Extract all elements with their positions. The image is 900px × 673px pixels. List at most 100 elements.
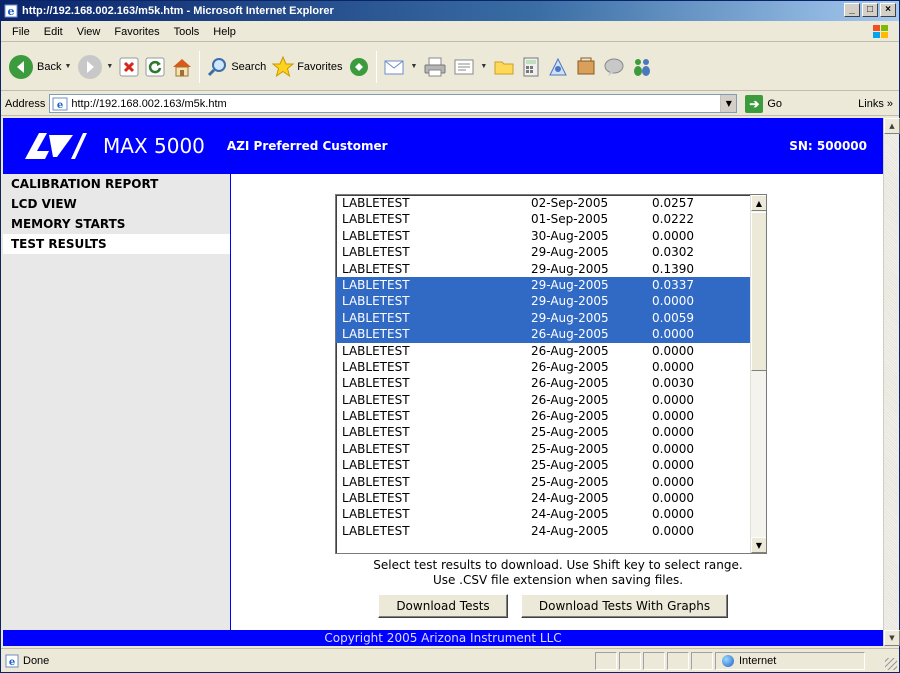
print-button[interactable] <box>420 47 450 87</box>
test-result-row[interactable]: LABLETEST 25-Aug-2005 0.0000 <box>336 424 766 440</box>
scroll-down-icon[interactable]: ▼ <box>751 537 766 553</box>
download-tests-button[interactable]: Download Tests <box>378 594 508 618</box>
test-result-row[interactable]: LABLETEST 02-Sep-2005 0.0257 <box>336 195 766 211</box>
test-result-row[interactable]: LABLETEST 24-Aug-2005 0.0000 <box>336 490 766 506</box>
menu-edit[interactable]: Edit <box>37 26 70 38</box>
menu-help[interactable]: Help <box>206 26 243 38</box>
test-result-row[interactable]: LABLETEST 26-Aug-2005 0.0000 <box>336 359 766 375</box>
resize-grip-icon[interactable] <box>885 658 897 670</box>
research-button[interactable] <box>544 47 572 87</box>
stop-button[interactable] <box>116 47 142 87</box>
test-result-row[interactable]: LABLETEST 26-Aug-2005 0.0000 <box>336 326 766 343</box>
minimize-button[interactable]: _ <box>844 3 860 17</box>
calculator-icon <box>523 57 539 76</box>
status-text: Done <box>23 654 50 667</box>
test-result-row[interactable]: LABLETEST 25-Aug-2005 0.0000 <box>336 474 766 490</box>
list-scrollbar[interactable]: ▲ ▼ <box>750 195 766 553</box>
forward-button[interactable]: ▼ <box>74 47 116 87</box>
home-button[interactable] <box>168 47 196 87</box>
download-tests-with-graphs-button[interactable]: Download Tests With Graphs <box>521 594 728 618</box>
test-value: 0.0000 <box>652 392 694 407</box>
test-result-row[interactable]: LABLETEST 24-Aug-2005 0.0000 <box>336 523 766 539</box>
address-dropdown-icon[interactable]: ▼ <box>720 95 737 112</box>
favorites-button[interactable]: Favorites <box>269 47 345 87</box>
test-date: 26-Aug-2005 <box>531 327 609 342</box>
test-result-row[interactable]: LABLETEST 30-Aug-2005 0.0000 <box>336 228 766 244</box>
test-result-row[interactable]: LABLETEST 26-Aug-2005 0.0000 <box>336 343 766 359</box>
nav-test-results[interactable]: TEST RESULTS <box>3 234 230 254</box>
refresh-button[interactable] <box>142 47 168 87</box>
title-bar[interactable]: e http://192.168.002.163/m5k.htm - Micro… <box>1 1 899 21</box>
test-result-row[interactable]: LABLETEST 29-Aug-2005 0.0337 <box>336 276 766 294</box>
scroll-thumb[interactable] <box>751 212 766 371</box>
test-date: 26-Aug-2005 <box>531 343 609 358</box>
messenger-chat-button[interactable] <box>600 47 628 87</box>
test-result-row[interactable]: LABLETEST 26-Aug-2005 0.0000 <box>336 392 766 408</box>
test-name: LABLETEST <box>342 441 410 456</box>
page-icon: e <box>52 97 68 111</box>
nav-calibration-report[interactable]: CALIBRATION REPORT <box>3 174 230 194</box>
svg-text:e: e <box>57 100 63 111</box>
test-date: 25-Aug-2005 <box>531 458 609 473</box>
test-result-row[interactable]: LABLETEST 29-Aug-2005 0.0302 <box>336 244 766 260</box>
test-name: LABLETEST <box>342 228 410 243</box>
refresh-icon <box>145 57 165 76</box>
test-result-row[interactable]: LABLETEST 25-Aug-2005 0.0000 <box>336 441 766 457</box>
close-button[interactable]: × <box>880 3 896 17</box>
calculator-button[interactable] <box>518 47 544 87</box>
status-cell <box>595 651 617 670</box>
test-value: 0.0000 <box>652 409 694 424</box>
test-value: 0.0302 <box>652 245 694 260</box>
address-label: Address <box>5 97 46 110</box>
test-result-row[interactable]: LABLETEST 01-Sep-2005 0.0222 <box>336 211 766 227</box>
test-result-row[interactable]: LABLETEST 29-Aug-2005 0.1390 <box>336 261 766 277</box>
status-cell <box>619 651 641 670</box>
test-value: 0.0337 <box>652 277 694 292</box>
menu-view[interactable]: View <box>70 26 108 38</box>
page-scrollbar[interactable]: ▲ ▼ <box>883 118 900 646</box>
tools-button[interactable] <box>572 47 600 87</box>
test-result-row[interactable]: LABLETEST 26-Aug-2005 0.0000 <box>336 408 766 424</box>
back-button[interactable]: Back ▼ <box>5 47 74 87</box>
edit-dropdown-icon[interactable]: ▼ <box>480 63 487 70</box>
test-value: 0.0000 <box>652 228 694 243</box>
status-cell <box>691 651 713 670</box>
test-result-row[interactable]: LABLETEST 29-Aug-2005 0.0000 <box>336 293 766 310</box>
go-button[interactable]: ➔ Go <box>745 94 782 113</box>
test-name: LABLETEST <box>342 327 410 342</box>
address-input[interactable]: e http://192.168.002.163/m5k.htm ▼ <box>49 94 738 113</box>
messenger-button[interactable] <box>628 47 656 87</box>
back-arrow-icon <box>9 54 33 79</box>
menu-tools[interactable]: Tools <box>167 26 207 38</box>
menu-file[interactable]: File <box>5 26 37 38</box>
links-button[interactable]: Links » <box>858 98 893 110</box>
test-date: 26-Aug-2005 <box>531 409 609 424</box>
nav-lcd-view[interactable]: LCD VIEW <box>3 194 230 214</box>
scroll-up-icon[interactable]: ▲ <box>751 195 766 211</box>
discuss-button[interactable] <box>490 47 518 87</box>
stop-icon <box>119 57 139 76</box>
test-value: 0.0000 <box>652 359 694 374</box>
test-name: LABLETEST <box>342 294 410 309</box>
test-results-list[interactable]: LABLETEST 02-Sep-2005 0.0257 LABLETEST 01-Se… <box>335 194 767 554</box>
mail-dropdown-icon[interactable]: ▼ <box>410 63 417 70</box>
media-button[interactable] <box>345 47 373 87</box>
status-cell <box>643 651 665 670</box>
menu-favorites[interactable]: Favorites <box>107 26 166 38</box>
test-value: 0.0000 <box>652 294 694 309</box>
forward-dropdown-icon[interactable]: ▼ <box>106 63 113 70</box>
search-button[interactable]: Search <box>203 47 269 87</box>
test-result-row[interactable]: LABLETEST 29-Aug-2005 0.0059 <box>336 309 766 327</box>
edit-button[interactable]: ▼ <box>450 47 490 87</box>
research-icon <box>549 57 568 75</box>
site-header: MAX 5000 AZI Preferred Customer SN: 5000… <box>3 118 883 174</box>
page-scroll-down-icon[interactable]: ▼ <box>884 630 900 646</box>
maximize-button[interactable]: □ <box>862 3 878 17</box>
page-scroll-up-icon[interactable]: ▲ <box>884 118 900 134</box>
back-dropdown-icon[interactable]: ▼ <box>64 63 71 70</box>
nav-memory-starts[interactable]: MEMORY STARTS <box>3 214 230 234</box>
mail-button[interactable]: ▼ <box>380 47 420 87</box>
test-result-row[interactable]: LABLETEST 25-Aug-2005 0.0000 <box>336 457 766 473</box>
test-result-row[interactable]: LABLETEST 26-Aug-2005 0.0030 <box>336 375 766 391</box>
test-result-row[interactable]: LABLETEST 24-Aug-2005 0.0000 <box>336 506 766 522</box>
